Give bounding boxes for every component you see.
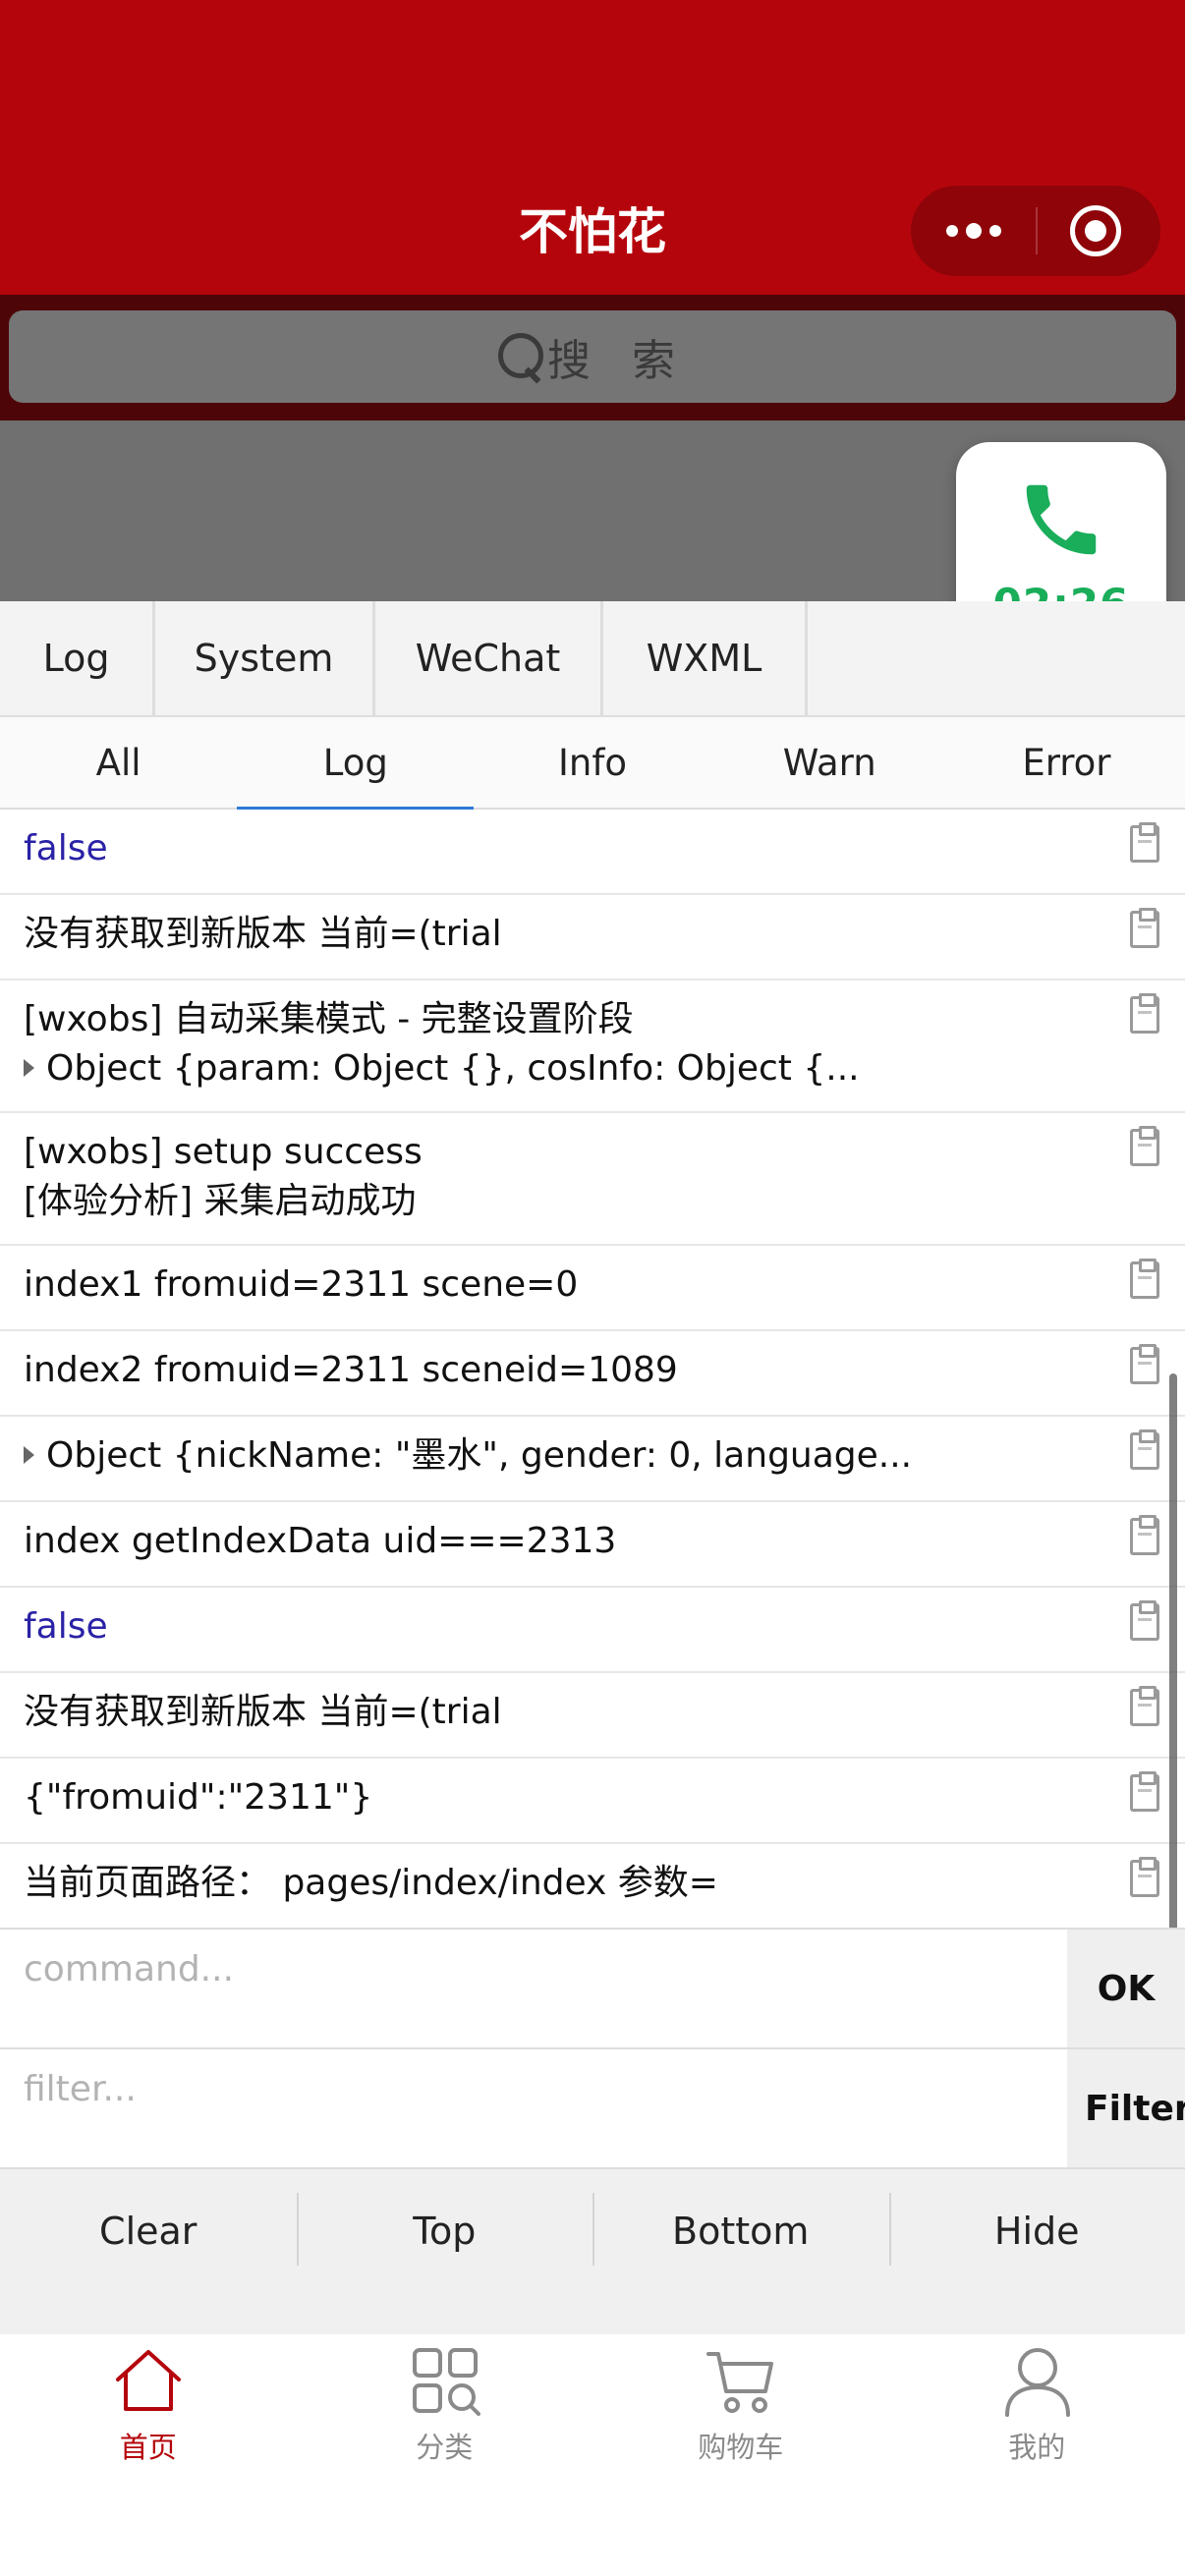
copy-icon[interactable] [1130,993,1159,1034]
console-main-tabs: Log System WeChat WXML [0,601,1185,717]
category-icon [412,2348,480,2416]
tabbar-label: 我的 [1008,2431,1066,2464]
log-object-row[interactable]: Object {nickName: "墨水", gender: 0, langu… [24,1431,1077,1481]
tabbar-label: 首页 [119,2431,177,2464]
bottom-button[interactable]: Bottom [592,2169,889,2293]
subtab-all[interactable]: All [0,717,237,808]
search-input[interactable]: 搜 索 [9,310,1176,403]
bottom-tab-bar: 首页 分类 购物车 我的 [0,2334,1185,2576]
copy-icon[interactable] [1130,1771,1159,1812]
tabbar-item-cart[interactable]: 购物车 [592,2334,889,2472]
log-text: 没有获取到新版本 当前=(trial [24,914,502,954]
ok-button[interactable]: OK [1067,1930,1185,2047]
log-text: [wxobs] setup success [24,1132,423,1172]
log-text: index1 fromuid=2311 scene=0 [24,1264,579,1305]
expand-caret-icon[interactable] [24,1446,34,1464]
copy-icon[interactable] [1130,908,1159,948]
filter-button[interactable]: Filter [1067,2049,1185,2167]
tabbar-label: 分类 [416,2431,474,2464]
search-icon [496,331,543,382]
subtab-warn[interactable]: Warn [711,717,948,808]
subtab-log[interactable]: Log [237,717,475,810]
log-entry: false [0,810,1185,895]
console-action-bar: Clear Top Bottom Hide [0,2167,1185,2334]
log-text: 没有获取到新版本 当前=(trial [24,1692,502,1732]
log-entry: index getIndexData uid===2313 [0,1502,1185,1588]
copy-icon[interactable] [1130,1429,1159,1470]
mini-program-capsule [911,186,1160,276]
log-text: [wxobs] 自动采集模式 - 完整设置阶段 [24,999,634,1039]
log-object-text: Object {param: Object {}, cosInfo: Objec… [46,1048,860,1089]
log-entry: index1 fromuid=2311 scene=0 [0,1246,1185,1331]
log-entry: 没有获取到新版本 当前=(trial [0,1673,1185,1759]
copy-icon[interactable] [1130,1515,1159,1555]
hide-button[interactable]: Hide [888,2169,1185,2293]
home-icon [116,2350,181,2411]
log-list: false 没有获取到新版本 当前=(trial [wxobs] 自动采集模式 … [0,810,1185,1926]
copy-icon[interactable] [1130,1857,1159,1897]
log-entry: 当前页面路径： pages/index/index 参数= [0,1844,1185,1926]
command-row: OK [0,1928,1185,2047]
close-target-icon[interactable] [1070,205,1121,256]
clear-button[interactable]: Clear [0,2169,297,2293]
filter-row: Filter [0,2047,1185,2167]
subtab-error[interactable]: Error [948,717,1185,808]
log-entry: [wxobs] 自动采集模式 - 完整设置阶段 Object {param: O… [0,980,1185,1113]
top-button[interactable]: Top [296,2169,593,2293]
log-entry: false [0,1588,1185,1673]
capsule-divider [1036,207,1038,254]
filter-input[interactable] [0,2049,1067,2167]
tabbar-item-me[interactable]: 我的 [889,2334,1185,2472]
log-entry: {"fromuid":"2311"} [0,1759,1185,1844]
log-object-row[interactable]: Object {param: Object {}, cosInfo: Objec… [24,1044,1077,1093]
copy-icon[interactable] [1130,1686,1159,1726]
copy-icon[interactable] [1130,1344,1159,1384]
log-text: 当前页面路径： pages/index/index 参数= [24,1863,718,1903]
search-placeholder: 搜 索 [547,336,689,386]
log-text: index getIndexData uid===2313 [24,1521,617,1561]
tab-wxml[interactable]: WXML [603,601,808,715]
user-icon [1004,2348,1070,2417]
log-text: [体验分析] 采集启动成功 [24,1181,417,1221]
log-text: {"fromuid":"2311"} [24,1777,373,1818]
more-menu-icon[interactable] [911,186,1036,276]
cart-icon [706,2352,773,2413]
copy-icon[interactable] [1130,1259,1159,1299]
nav-header: 不怕花 [0,0,1185,295]
subtab-info[interactable]: Info [474,717,710,808]
tab-log[interactable]: Log [0,601,155,715]
phone-icon [1026,484,1097,555]
log-text: index2 fromuid=2311 sceneid=1089 [24,1350,678,1390]
console-filter-tabs: All Log Info Warn Error [0,717,1185,810]
search-bar: 搜 索 [0,295,1185,420]
command-input[interactable] [0,1930,1067,2047]
tabbar-item-category[interactable]: 分类 [297,2334,593,2472]
copy-icon[interactable] [1130,822,1159,863]
log-entry: [wxobs] setup success [体验分析] 采集启动成功 [0,1113,1185,1246]
tab-system[interactable]: System [155,601,375,715]
log-text: false [24,1606,108,1647]
log-entry: index2 fromuid=2311 sceneid=1089 [0,1331,1185,1417]
log-object-text: Object {nickName: "墨水", gender: 0, langu… [46,1435,913,1476]
expand-caret-icon[interactable] [24,1059,34,1077]
copy-icon[interactable] [1130,1600,1159,1641]
tabbar-item-home[interactable]: 首页 [0,2334,297,2472]
log-entry: Object {nickName: "墨水", gender: 0, langu… [0,1417,1185,1502]
tabbar-label: 购物车 [698,2431,784,2464]
log-entry: 没有获取到新版本 当前=(trial [0,895,1185,980]
log-text: false [24,828,108,868]
copy-icon[interactable] [1130,1126,1159,1166]
tab-wechat[interactable]: WeChat [375,601,603,715]
